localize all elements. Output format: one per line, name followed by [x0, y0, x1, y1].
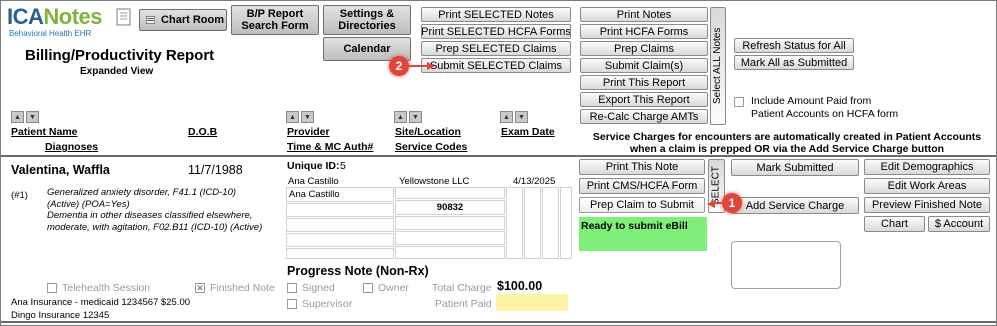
annotation-badge-1: 1: [722, 193, 742, 213]
annotation-arrows: [407, 62, 727, 208]
annotation-badge-2: 2: [389, 56, 409, 76]
billing-report-window: ICANotes Behavioral Health EHR Chart Roo…: [0, 0, 997, 326]
